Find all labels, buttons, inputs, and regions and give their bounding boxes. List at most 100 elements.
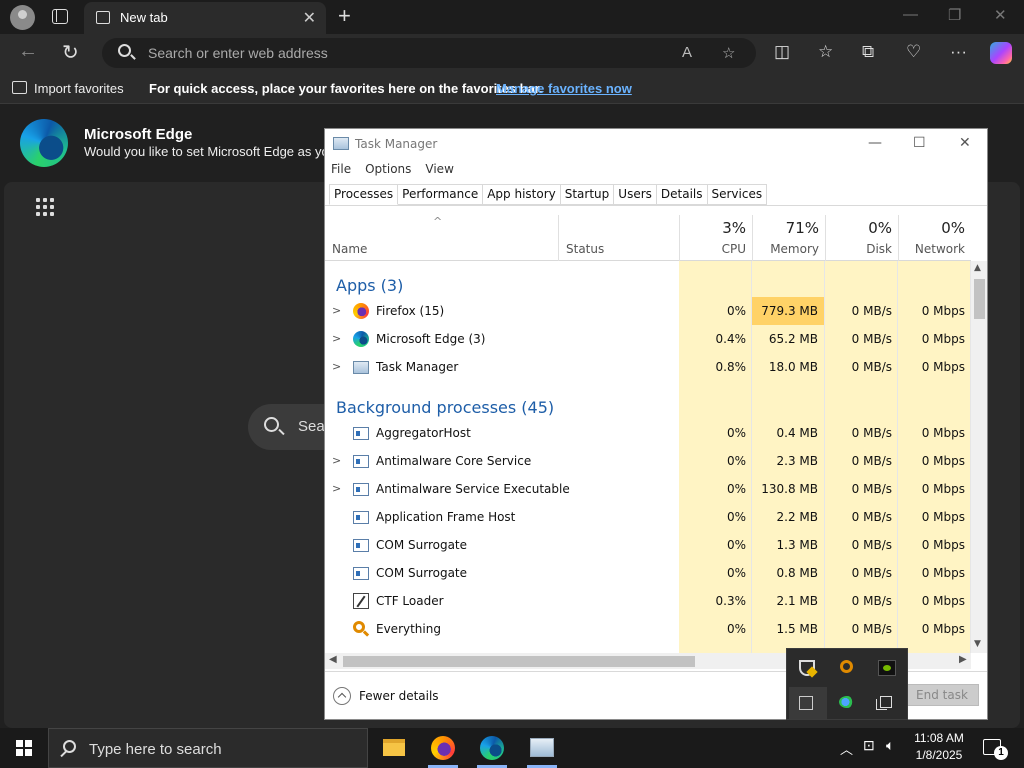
table-row[interactable]: Application Frame Host 0% 2.2 MB 0 MB/s 0 Mb… [325,503,971,531]
favorite-star-icon[interactable]: ☆ [722,44,735,62]
edge-icon[interactable] [480,736,504,760]
cpu-cell: 0.4% [715,332,747,346]
end-task-button[interactable]: End task [905,684,979,706]
table-row[interactable]: > Task Manager 0.8% 18.0 MB 0 MB/s 0 Mbps [325,353,971,381]
new-tab-page-icon [96,11,110,24]
copilot-icon[interactable] [990,42,1012,64]
table-row[interactable]: > Antimalware Core Service 0% 2.3 MB 0 MB/s 0… [325,447,971,475]
refresh-icon[interactable]: ↻ [62,40,79,65]
nvidia-icon[interactable] [878,660,896,676]
firefox-icon[interactable] [431,736,455,760]
back-icon[interactable]: ← [18,40,38,63]
file-explorer-icon[interactable] [383,739,405,756]
column-network[interactable]: 0% Network [898,215,971,261]
tab-processes[interactable]: Processes [329,184,399,205]
new-tab-button[interactable]: + [338,3,351,29]
start-button[interactable] [16,740,32,756]
tab-performance[interactable]: Performance [398,184,484,205]
fewer-details-button[interactable]: Fewer details [359,689,439,703]
tab-title: New tab [120,10,168,25]
tab-startup[interactable]: Startup [560,184,615,205]
memory-cell: 2.3 MB [776,454,818,468]
tab-actions-icon[interactable] [52,9,68,24]
chevron-right-icon[interactable]: > [332,332,341,345]
network-icon[interactable]: ⊡ [863,737,875,754]
chevron-right-icon[interactable]: > [332,454,341,467]
chevron-right-icon[interactable]: > [332,304,341,317]
tab-details[interactable]: Details [656,184,708,205]
read-aloud-icon[interactable]: A [682,44,692,61]
close-window-button[interactable]: ✕ [994,6,1007,24]
split-screen-icon[interactable]: ◫ [774,42,790,62]
vertical-scroll-thumb[interactable] [974,279,985,319]
cpu-label: CPU [721,242,746,256]
restore-window-button[interactable]: ❐ [948,6,961,24]
tab-app-history[interactable]: App history [483,184,561,205]
group-header-background[interactable]: Background processes (45) [325,391,971,419]
import-favorites-button[interactable]: Import favorites [34,81,124,96]
minimize-button[interactable]: — [868,135,882,151]
scroll-left-icon[interactable]: ◀ [329,654,337,665]
column-disk[interactable]: 0% Disk [825,215,898,261]
table-row[interactable]: Everything 0% 1.5 MB 0 MB/s 0 Mbps [325,615,971,643]
favorites-icon[interactable]: ☆ [818,42,833,62]
chevron-right-icon[interactable]: > [332,360,341,373]
network-cell: 0 Mbps [921,304,965,318]
process-name: COM Surrogate [376,538,468,552]
clipboard-icon[interactable] [876,696,892,710]
apps-launcher-icon[interactable] [36,198,56,218]
horizontal-scroll-thumb[interactable] [343,656,695,667]
column-cpu[interactable]: 3% CPU [679,215,752,261]
table-row[interactable]: COM Surrogate 0% 0.8 MB 0 MB/s 0 Mbps [325,559,971,587]
table-row[interactable]: COM Surrogate 0% 1.3 MB 0 MB/s 0 Mbps [325,531,971,559]
column-memory[interactable]: 71% Memory [752,215,825,261]
process-name: Microsoft Edge (3) [376,332,486,346]
chevron-up-icon[interactable]: ︿ [840,739,853,758]
settings-more-icon[interactable]: ··· [950,42,967,62]
close-button[interactable]: ✕ [959,135,971,151]
everything-search-icon[interactable] [840,660,853,673]
table-row[interactable]: AggregatorHost 0% 0.4 MB 0 MB/s 0 Mbps [325,419,971,447]
profile-avatar[interactable] [10,5,35,30]
table-row[interactable]: CTF Loader 0.3% 2.1 MB 0 MB/s 0 Mbps [325,587,971,615]
scroll-right-icon[interactable]: ▶ [959,654,967,665]
chevron-up-icon[interactable] [333,687,351,705]
clock-date[interactable]: 1/8/2025 [914,748,964,762]
import-favorites-icon [12,81,27,94]
browser-essentials-icon[interactable]: ♡ [906,42,921,62]
group-header-apps[interactable]: Apps (3) [325,269,971,297]
tab-new-tab[interactable]: New tab ✕ [84,2,326,34]
column-name[interactable]: Name [332,242,367,256]
scroll-down-icon[interactable]: ▼ [974,639,981,649]
maximize-button[interactable]: ☐ [913,135,926,151]
chevron-right-icon[interactable]: > [332,482,341,495]
vertical-scrollbar[interactable]: ▲ ▼ [971,261,987,653]
menu-options[interactable]: Options [365,162,411,176]
task-manager-icon[interactable] [530,738,554,757]
table-row[interactable]: > Firefox (15) 0% 779.3 MB 0 MB/s 0 Mbps [325,297,971,325]
memory-cell: 1.5 MB [776,622,818,636]
volume-icon[interactable]: 🔈︎ [886,737,894,754]
blank-app-icon[interactable] [799,696,813,710]
task-manager-icon [333,137,349,150]
address-bar[interactable]: Search or enter web address A ☆ [102,38,756,68]
menu-file[interactable]: File [331,162,351,176]
scroll-up-icon[interactable]: ▲ [974,263,981,273]
minimize-window-button[interactable]: — [903,6,918,23]
collections-icon[interactable]: ⧉ [862,42,874,62]
tab-users[interactable]: Users [614,184,657,205]
windows-security-icon[interactable] [799,660,815,676]
table-row[interactable]: > Microsoft Edge (3) 0.4% 65.2 MB 0 MB/s 0 Mb… [325,325,971,353]
close-tab-icon[interactable]: ✕ [303,8,316,28]
menu-view[interactable]: View [425,162,453,176]
group-title: Apps (3) [336,276,404,295]
clock-time[interactable]: 11:08 AM [914,731,964,745]
table-row[interactable]: > Antimalware Service Executable 0% 130.8 M… [325,475,971,503]
taskbar-search-box[interactable]: Type here to search [48,728,368,768]
tab-services[interactable]: Services [707,184,768,205]
network-globe-icon[interactable] [839,696,855,708]
task-manager-titlebar[interactable]: Task Manager — ☐ ✕ [325,129,987,159]
process-list: Apps (3) > Firefox (15) 0% 779.3 MB 0 MB/s 0 … [325,261,971,653]
column-status[interactable]: Status [558,215,679,261]
manage-favorites-link[interactable]: Manage favorites now [496,81,632,96]
